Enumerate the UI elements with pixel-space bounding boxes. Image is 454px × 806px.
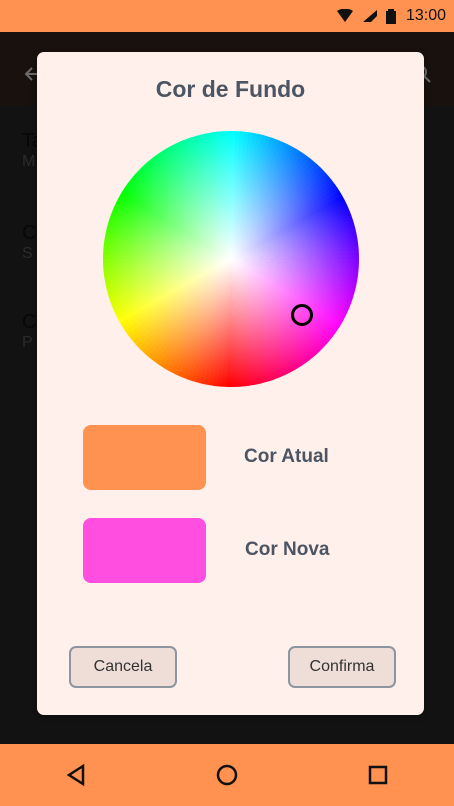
navigation-bar	[0, 744, 454, 806]
new-color-label: Cor Nova	[245, 539, 330, 560]
color-wheel[interactable]	[102, 130, 360, 388]
battery-icon	[385, 8, 396, 24]
status-icons	[336, 8, 396, 24]
wifi-icon	[336, 9, 354, 23]
status-bar: 13:00	[0, 0, 454, 32]
current-color-swatch	[83, 425, 206, 490]
signal-icon	[362, 9, 378, 23]
color-wheel-graphic[interactable]	[102, 130, 360, 388]
home-circle-icon[interactable]	[203, 751, 251, 799]
back-triangle-icon[interactable]	[52, 751, 100, 799]
background-color-dialog: Cor de Fundo Cor Atual Cor Nova Cancela …	[37, 52, 424, 715]
new-color-swatch	[83, 518, 206, 583]
confirm-button[interactable]: Confirma	[288, 646, 396, 688]
current-color-label: Cor Atual	[244, 446, 329, 467]
recents-square-icon[interactable]	[354, 751, 402, 799]
status-time: 13:00	[405, 7, 446, 24]
cancel-button[interactable]: Cancela	[69, 646, 177, 688]
color-picker-handle-icon[interactable]	[291, 304, 313, 326]
dialog-title: Cor de Fundo	[155, 76, 306, 102]
